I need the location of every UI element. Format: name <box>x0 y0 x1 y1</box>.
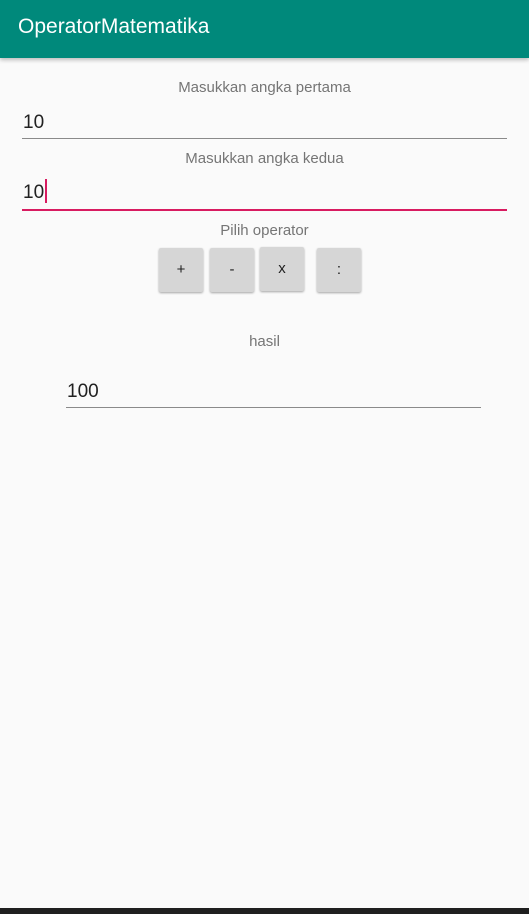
second-number-input[interactable]: 10 <box>22 176 507 211</box>
result-label: hasil <box>249 333 280 350</box>
add-button[interactable]: + <box>159 248 203 292</box>
subtract-button[interactable]: - <box>210 248 254 292</box>
navigation-bar <box>0 908 529 914</box>
first-number-value: 10 <box>23 112 45 133</box>
first-number-label: Masukkan angka pertama <box>178 79 351 96</box>
second-number-value: 10 <box>23 182 45 203</box>
first-number-input[interactable]: 10 <box>22 106 507 139</box>
app-bar: OperatorMatematika <box>0 0 529 58</box>
operator-label: Pilih operator <box>220 222 309 239</box>
second-number-label: Masukkan angka kedua <box>185 150 344 167</box>
multiply-button[interactable]: x <box>260 247 304 291</box>
result-value: 100 <box>67 381 99 402</box>
app-title: OperatorMatematika <box>18 15 210 38</box>
result-field[interactable]: 100 <box>66 374 481 408</box>
text-cursor <box>45 179 48 203</box>
divide-button[interactable]: : <box>317 248 361 292</box>
